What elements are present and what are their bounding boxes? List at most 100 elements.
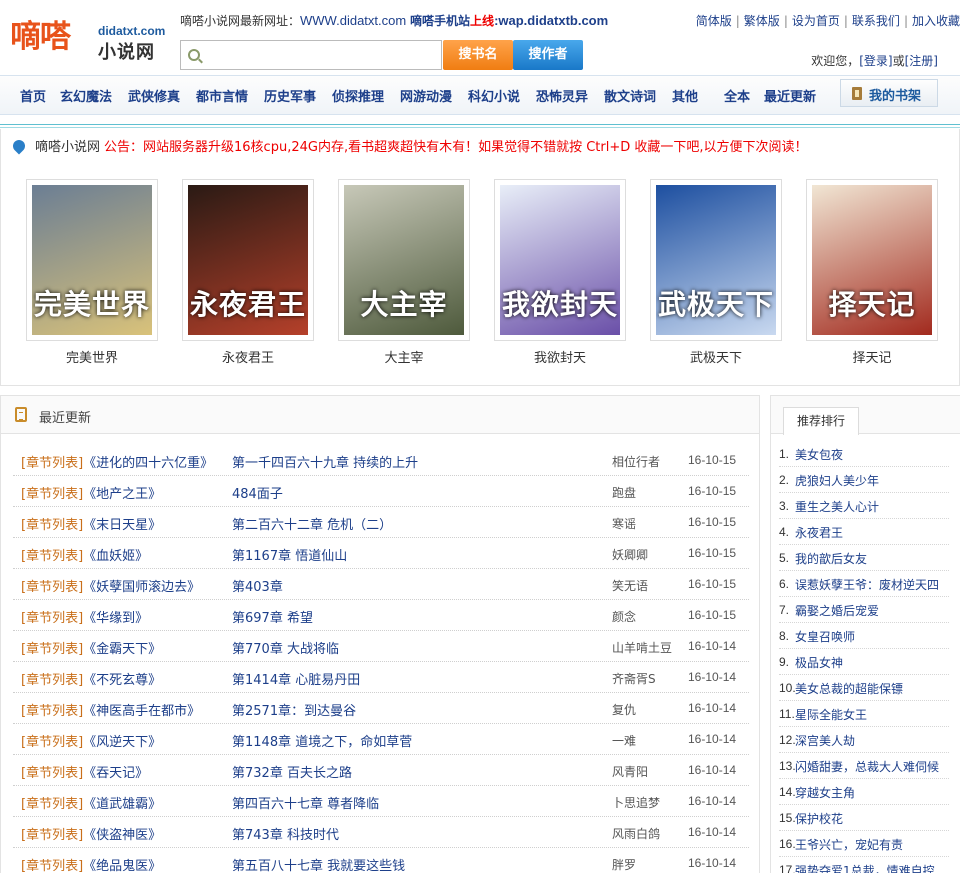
chapter-list-link[interactable]: [章节列表] <box>21 580 83 595</box>
book-title-link[interactable]: 《绝品鬼医》 <box>83 859 161 873</box>
book-name[interactable]: 武极天下 <box>650 347 782 366</box>
register-link[interactable]: [注册] <box>905 54 938 68</box>
chapter-list-link[interactable]: [章节列表] <box>21 549 83 564</box>
rank-book-link[interactable]: 美女总裁的超能保镖 <box>795 680 903 697</box>
search-input[interactable] <box>207 44 437 66</box>
chapter-link[interactable]: 484面子 <box>232 483 283 502</box>
book-title-link[interactable]: 《风逆天下》 <box>83 735 161 750</box>
rank-book-link[interactable]: 虎狼妇人美少年 <box>795 472 879 489</box>
book-cover[interactable]: 完美世界 <box>26 179 158 341</box>
rank-book-link[interactable]: 穿越女主角 <box>795 784 855 801</box>
book-title-link[interactable]: 《侠盗神医》 <box>83 828 161 843</box>
rank-book-link[interactable]: 星际全能女王 <box>795 706 867 723</box>
book-cover[interactable]: 我欲封天 <box>494 179 626 341</box>
book-name[interactable]: 我欲封天 <box>494 347 626 366</box>
nav-sanwen[interactable]: 散文诗词 <box>604 86 656 105</box>
nav-kongbu[interactable]: 恐怖灵异 <box>536 86 588 105</box>
book-title-link[interactable]: 《地产之王》 <box>83 487 161 502</box>
book-cover[interactable]: 武极天下 <box>650 179 782 341</box>
site-logo[interactable]: 嘀嗒 didatxt.com 小说网 <box>8 16 176 63</box>
search-by-name-button[interactable]: 搜书名 <box>443 40 513 70</box>
rank-book-link[interactable]: 极品女神 <box>795 654 843 671</box>
book-title-link[interactable]: 《不死玄尊》 <box>83 673 161 688</box>
rank-book-link[interactable]: 强势夺爱1总裁，情难自控 <box>795 862 935 873</box>
book-title-link[interactable]: 《道武雄霸》 <box>83 797 161 812</box>
rank-book-link[interactable]: 王爷兴亡，宠妃有责 <box>795 836 903 853</box>
nav-wuxia[interactable]: 武侠修真 <box>128 86 180 105</box>
book-name[interactable]: 择天记 <box>806 347 938 366</box>
chapter-link[interactable]: 第四百六十七章 尊者降临 <box>232 793 379 812</box>
book-title-link[interactable]: 《金霸天下》 <box>83 642 161 657</box>
chapter-link[interactable]: 第1148章 道境之下，命如草菅 <box>232 731 412 750</box>
book-title-link[interactable]: 《妖孽国师滚边去》 <box>83 580 200 595</box>
link-traditional[interactable]: 繁体版 <box>744 14 780 28</box>
nav-dushi[interactable]: 都市言情 <box>196 86 248 105</box>
chapter-link[interactable]: 第732章 百夫长之路 <box>232 762 352 781</box>
link-set-homepage[interactable]: 设为首页 <box>792 14 840 28</box>
chapter-link[interactable]: 第403章 <box>232 576 283 595</box>
wap-url[interactable]: :wap.didatxtb.com <box>494 13 608 28</box>
chapter-list-link[interactable]: [章节列表] <box>21 704 83 719</box>
nav-latest[interactable]: 最近更新 <box>764 86 816 105</box>
nav-zhentan[interactable]: 侦探推理 <box>332 86 384 105</box>
link-contact[interactable]: 联系我们 <box>852 14 900 28</box>
chapter-list-link[interactable]: [章节列表] <box>21 487 83 502</box>
book-name[interactable]: 永夜君王 <box>182 347 314 366</box>
chapter-link[interactable]: 第一千四百六十九章 持续的上升 <box>232 452 418 471</box>
site-url[interactable]: WWW.didatxt.com <box>300 13 406 28</box>
chapter-link[interactable]: 第五百八十七章 我就要这些钱 <box>232 855 405 873</box>
search-by-author-button[interactable]: 搜作者 <box>513 40 583 70</box>
nav-home[interactable]: 首页 <box>20 86 46 105</box>
chapter-list-link[interactable]: [章节列表] <box>21 642 83 657</box>
nav-complete[interactable]: 全本 <box>724 86 750 105</box>
chapter-list-link[interactable]: [章节列表] <box>21 673 83 688</box>
rank-book-link[interactable]: 霸娶之婚后宠爱 <box>795 602 879 619</box>
my-bookshelf-button[interactable]: 我的书架 <box>840 79 938 107</box>
rank-book-link[interactable]: 保护校花 <box>795 810 843 827</box>
login-link[interactable]: [登录] <box>859 54 892 68</box>
rank-book-link[interactable]: 美女包夜 <box>795 446 843 463</box>
book-title-link[interactable]: 《末日天星》 <box>83 518 161 533</box>
rank-book-link[interactable]: 误惹妖孽王爷：废材逆天四 <box>795 576 939 593</box>
link-simplified[interactable]: 简体版 <box>696 14 732 28</box>
chapter-list-link[interactable]: [章节列表] <box>21 828 83 843</box>
book-title-link[interactable]: 《神医高手在都市》 <box>83 704 200 719</box>
rank-book-link[interactable]: 闪婚甜妻，总裁大人难伺候 <box>795 758 939 775</box>
chapter-list-link[interactable]: [章节列表] <box>21 735 83 750</box>
rank-book-link[interactable]: 重生之美人心计 <box>795 498 879 515</box>
chapter-link[interactable]: 第770章 大战将临 <box>232 638 339 657</box>
book-name[interactable]: 完美世界 <box>26 347 158 366</box>
book-cover[interactable]: 永夜君王 <box>182 179 314 341</box>
chapter-list-link[interactable]: [章节列表] <box>21 456 83 471</box>
book-title-link[interactable]: 《血妖姬》 <box>83 549 148 564</box>
book-title-link[interactable]: 《华缘到》 <box>83 611 148 626</box>
rank-book-link[interactable]: 我的歆后女友 <box>795 550 867 567</box>
rank-book-link[interactable]: 深宫美人劫 <box>795 732 855 749</box>
book-title-link[interactable]: 《吞天记》 <box>83 766 148 781</box>
chapter-link[interactable]: 第二百六十二章 危机（二） <box>232 514 392 533</box>
chapter-list-link[interactable]: [章节列表] <box>21 518 83 533</box>
chapter-link[interactable]: 第743章 科技时代 <box>232 824 339 843</box>
chapter-list-link[interactable]: [章节列表] <box>21 766 83 781</box>
book-title-link[interactable]: 《进化的四十六亿重》 <box>83 456 213 471</box>
nav-kehuan[interactable]: 科幻小说 <box>468 86 520 105</box>
rank-book-link[interactable]: 永夜君王 <box>795 524 843 541</box>
book-cover[interactable]: 择天记 <box>806 179 938 341</box>
link-add-favorite[interactable]: 加入收藏 <box>912 14 960 28</box>
rank-book-link[interactable]: 女皇召唤师 <box>795 628 855 645</box>
chapter-link[interactable]: 第1167章 悟道仙山 <box>232 545 347 564</box>
chapter-link[interactable]: 第697章 希望 <box>232 607 313 626</box>
chapter-list-link[interactable]: [章节列表] <box>21 859 83 873</box>
chapter-list-link[interactable]: [章节列表] <box>21 611 83 626</box>
book-name[interactable]: 大主宰 <box>338 347 470 366</box>
book-cover[interactable]: 大主宰 <box>338 179 470 341</box>
chapter-link[interactable]: 第1414章 心脏易丹田 <box>232 669 360 688</box>
nav-lishi[interactable]: 历史军事 <box>264 86 316 105</box>
chapter-link[interactable]: 第2571章：到达曼谷 <box>232 700 356 719</box>
nav-wangyou[interactable]: 网游动漫 <box>400 86 452 105</box>
tab-recommend-ranking[interactable]: 推荐排行 <box>783 407 859 435</box>
nav-other[interactable]: 其他 <box>672 86 698 105</box>
clipboard-icon <box>15 407 27 422</box>
nav-xuanhuan[interactable]: 玄幻魔法 <box>60 86 112 105</box>
chapter-list-link[interactable]: [章节列表] <box>21 797 83 812</box>
